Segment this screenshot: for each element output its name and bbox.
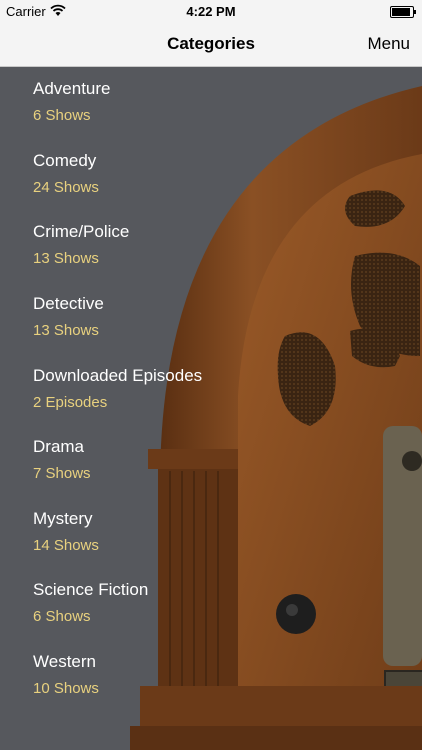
category-name: Western: [33, 652, 96, 671]
category-name: Mystery: [33, 509, 93, 528]
category-name: Crime/Police: [33, 222, 130, 241]
category-count: 13 Shows: [33, 322, 99, 339]
category-item-crime-police[interactable]: Crime/Police 13 Shows: [0, 209, 300, 279]
status-time: 4:22 PM: [186, 4, 236, 19]
category-count: 7 Shows: [33, 465, 91, 482]
category-count: 14 Shows: [33, 537, 99, 554]
status-bar: Carrier 4:22 PM: [0, 0, 422, 22]
category-name: Drama: [33, 437, 85, 456]
navigation-bar: Categories Menu: [0, 22, 422, 67]
category-name: Comedy: [33, 151, 97, 170]
page-title: Categories: [167, 34, 255, 53]
category-item-downloaded-episodes[interactable]: Downloaded Episodes 2 Episodes: [0, 353, 300, 423]
category-name: Adventure: [33, 79, 111, 98]
category-name: Detective: [33, 294, 104, 313]
category-item-drama[interactable]: Drama 7 Shows: [0, 424, 300, 494]
category-item-detective[interactable]: Detective 13 Shows: [0, 281, 300, 351]
menu-button[interactable]: Menu: [367, 34, 410, 54]
battery-icon: [390, 6, 416, 18]
category-item-western[interactable]: Western 10 Shows: [0, 639, 300, 709]
category-count: 6 Shows: [33, 608, 91, 625]
category-item-comedy[interactable]: Comedy 24 Shows: [0, 138, 300, 208]
category-count: 6 Shows: [33, 107, 91, 124]
category-name: Downloaded Episodes: [33, 366, 203, 385]
category-name: Science Fiction: [33, 580, 149, 599]
category-count: 2 Episodes: [33, 394, 108, 411]
category-count: 13 Shows: [33, 250, 99, 267]
category-item-mystery[interactable]: Mystery 14 Shows: [0, 496, 300, 566]
category-count: 10 Shows: [33, 680, 99, 697]
category-item-adventure[interactable]: Adventure 6 Shows: [0, 66, 300, 136]
category-count: 24 Shows: [33, 179, 99, 196]
category-item-science-fiction[interactable]: Science Fiction 6 Shows: [0, 567, 300, 637]
